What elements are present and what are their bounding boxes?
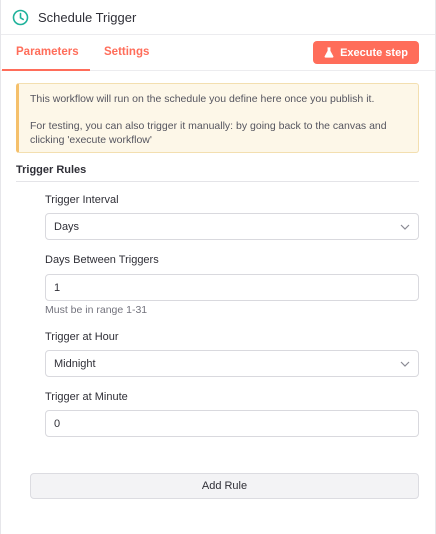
- trigger-at-hour-select[interactable]: Midnight: [45, 350, 419, 377]
- chevron-down-icon: [400, 360, 410, 368]
- tab-settings[interactable]: Settings: [104, 36, 149, 71]
- notice-line-1: This workflow will run on the schedule y…: [30, 93, 375, 105]
- trigger-at-minute-label: Trigger at Minute: [45, 391, 128, 403]
- trigger-at-hour-value: Midnight: [54, 357, 96, 370]
- days-range-hint: Must be in range 1-31: [45, 304, 148, 316]
- days-between-triggers-input[interactable]: [45, 274, 419, 301]
- trigger-rules-heading: Trigger Rules: [16, 164, 419, 182]
- clock-icon: [12, 9, 29, 26]
- tab-parameters[interactable]: Parameters: [2, 36, 90, 71]
- trigger-at-hour-label: Trigger at Hour: [45, 331, 119, 343]
- trigger-interval-select[interactable]: Days: [45, 213, 419, 240]
- days-between-triggers-label: Days Between Triggers: [45, 254, 159, 266]
- flask-icon: [324, 47, 334, 58]
- node-settings-panel: Schedule Trigger Parameters Settings Exe…: [0, 0, 436, 534]
- panel-header: Schedule Trigger: [1, 0, 435, 35]
- publish-notice: This workflow will run on the schedule y…: [16, 83, 419, 153]
- trigger-interval-label: Trigger Interval: [45, 194, 119, 206]
- add-rule-button[interactable]: Add Rule: [30, 473, 419, 499]
- trigger-at-minute-input[interactable]: [45, 410, 419, 437]
- node-title: Schedule Trigger: [38, 9, 137, 25]
- execute-step-label: Execute step: [340, 46, 408, 59]
- execute-step-button[interactable]: Execute step: [313, 41, 419, 64]
- notice-line-2: For testing, you can also trigger it man…: [30, 120, 387, 146]
- trigger-interval-value: Days: [54, 220, 80, 233]
- chevron-down-icon: [400, 223, 410, 231]
